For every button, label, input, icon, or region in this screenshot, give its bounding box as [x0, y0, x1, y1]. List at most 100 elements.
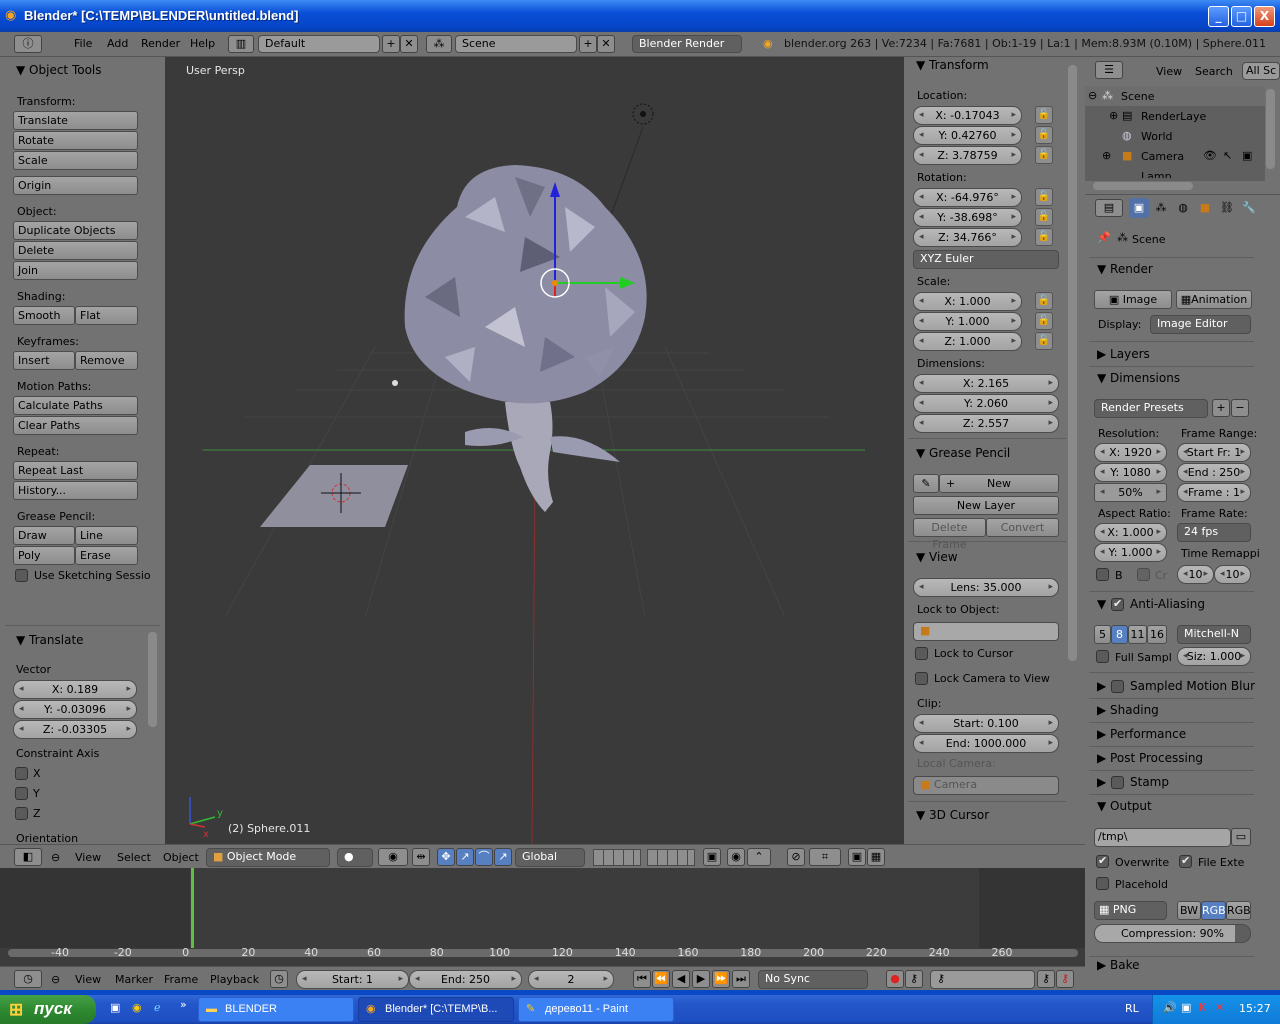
output-panel-header[interactable]: ▼ Output — [1097, 799, 1152, 813]
calculate-paths-button[interactable]: Calculate Paths — [13, 396, 138, 415]
editor-type-info-icon[interactable]: ⓘ — [14, 35, 42, 53]
lock-camera-checkbox[interactable] — [915, 672, 928, 685]
ie-icon[interactable]: ℯ — [154, 1001, 161, 1014]
menu-playback[interactable]: Playback — [210, 973, 259, 986]
lock-icon[interactable]: 🔓 — [1035, 228, 1053, 246]
tools-header[interactable]: ▼ Object Tools — [16, 63, 102, 77]
rotation-y-field[interactable]: Y: -38.698° — [913, 208, 1022, 227]
jump-keyframe-forward-icon[interactable]: ⏩ — [712, 970, 730, 988]
rotate-button[interactable]: Rotate — [13, 131, 138, 150]
outliner-item-scene[interactable]: Scene — [1121, 90, 1155, 103]
remove-preset-icon[interactable]: − — [1231, 399, 1249, 417]
output-path-field[interactable]: /tmp\ — [1094, 828, 1231, 847]
scene-icon[interactable]: ⁂ — [426, 35, 452, 53]
interaction-mode-select[interactable]: ■ Object Mode — [206, 848, 330, 867]
object-tab-icon[interactable]: ■ — [1195, 198, 1215, 218]
file-format-select[interactable]: ▦ PNG — [1094, 901, 1167, 920]
outliner-item-world[interactable]: World — [1141, 130, 1173, 143]
language-indicator[interactable]: RL — [1125, 1002, 1139, 1015]
history-button[interactable]: History... — [13, 481, 138, 500]
render-panel-header[interactable]: ▼ Render — [1097, 262, 1153, 276]
network-icon[interactable]: ▣ — [1181, 1001, 1191, 1014]
translate-manipulator-icon[interactable]: ✥ — [437, 848, 455, 866]
modifiers-tab-icon[interactable]: 🔧 — [1239, 198, 1259, 218]
gp-line-button[interactable]: Line — [75, 526, 138, 545]
overwrite-checkbox[interactable] — [1096, 854, 1109, 868]
jump-end-icon[interactable]: ⏭ — [732, 970, 750, 988]
preview-range-icon[interactable]: ◷ — [270, 970, 288, 988]
layer-buttons[interactable] — [647, 849, 695, 866]
play-icon[interactable]: ▶ — [692, 970, 710, 988]
render-presets-select[interactable]: Render Presets — [1094, 399, 1208, 418]
sync-mode-select[interactable]: No Sync — [758, 970, 868, 989]
menu-timeline-view[interactable]: View — [75, 973, 101, 986]
delete-keyframe-icon[interactable]: ⚷ — [1056, 970, 1074, 988]
display-select[interactable]: Image Editor — [1150, 315, 1251, 334]
clear-paths-button[interactable]: Clear Paths — [13, 416, 138, 435]
compression-slider[interactable]: Compression: 90% — [1094, 924, 1251, 943]
quicklaunch-icon[interactable]: ▣ — [110, 1001, 120, 1014]
motion-blur-panel-header[interactable]: ▶ — [1097, 679, 1106, 693]
3d-viewport[interactable]: User Persp y x (2) Sphere.011 — [165, 57, 904, 844]
3d-cursor-panel-header[interactable]: ▼ 3D Cursor — [916, 808, 989, 822]
smooth-button[interactable]: Smooth — [13, 306, 75, 325]
manipulator-toggle-icon[interactable]: ⇹ — [412, 848, 430, 866]
filter-size-field[interactable]: Siz: 1.000 — [1177, 647, 1251, 666]
crop-checkbox[interactable] — [1137, 568, 1150, 581]
menu-render[interactable]: Render — [141, 37, 180, 50]
dimension-x-field[interactable]: X: 2.165 — [913, 374, 1059, 393]
placeholders-checkbox[interactable] — [1096, 877, 1109, 890]
collapse-menu-icon[interactable]: ⊖ — [51, 973, 60, 986]
menu-file[interactable]: File — [74, 37, 92, 50]
task-blender-app[interactable]: ◉ Blender* [C:\TEMP\B... — [358, 997, 514, 1022]
editor-type-3d-icon[interactable]: ◧ — [14, 848, 42, 866]
snap-element-icon[interactable]: ⌗ — [809, 848, 841, 866]
render-opengl-animation-icon[interactable]: ▦ — [867, 848, 885, 866]
vector-x-field[interactable]: X: 0.189 — [13, 680, 137, 699]
constraint-x-checkbox[interactable] — [15, 767, 28, 780]
gp-poly-button[interactable]: Poly — [13, 546, 75, 565]
fps-select[interactable]: 24 fps — [1177, 523, 1251, 542]
plane-object[interactable] — [260, 465, 408, 527]
render-tab-icon[interactable]: ▣ — [1129, 198, 1149, 218]
aa-samples-16[interactable]: 16 — [1147, 625, 1167, 644]
menu-view[interactable]: View — [75, 851, 101, 864]
add-layout-icon[interactable]: + — [382, 35, 400, 53]
aa-filter-select[interactable]: Mitchell-N — [1177, 625, 1251, 644]
collapse-menu-icon[interactable]: ⊖ — [51, 851, 60, 864]
color-rgba-button[interactable]: RGB — [1226, 901, 1251, 920]
time-remap-new-field[interactable]: 10 — [1214, 565, 1251, 584]
dimensions-panel-header[interactable]: ▼ Dimensions — [1097, 371, 1180, 385]
rotate-manipulator-icon[interactable]: ↗ — [456, 848, 474, 866]
screen-layout-field[interactable]: Default — [258, 35, 380, 53]
lock-icon[interactable]: 🔓 — [1035, 332, 1053, 350]
lock-icon[interactable]: 🔓 — [1035, 188, 1053, 206]
color-rgb-button[interactable]: RGB — [1201, 901, 1226, 920]
play-reverse-icon[interactable]: ◀ — [672, 970, 690, 988]
lock-icon[interactable]: 🔓 — [1035, 292, 1053, 310]
grease-pencil-panel-header[interactable]: ▼ Grease Pencil — [916, 446, 1010, 460]
expand-icon[interactable]: ⊕ — [1102, 149, 1111, 162]
end-frame-field[interactable]: End : 250 — [1177, 463, 1251, 482]
gp-new-button[interactable]: + New — [939, 474, 1059, 493]
constraints-tab-icon[interactable]: ⛓ — [1217, 198, 1237, 218]
delete-button[interactable]: Delete — [13, 241, 138, 260]
view-panel-header[interactable]: ▼ View — [916, 550, 958, 564]
resolution-percent-field[interactable]: 50% — [1094, 483, 1167, 502]
outliner-item-camera[interactable]: Camera — [1141, 150, 1184, 163]
scale-button[interactable]: Scale — [13, 151, 138, 170]
falloff-icon[interactable]: ⌃ — [747, 848, 771, 866]
minimize-button[interactable]: _ — [1208, 6, 1229, 27]
lock-icon[interactable]: 🔓 — [1035, 126, 1053, 144]
timeline-end-field[interactable]: End: 250 — [409, 970, 522, 989]
dimension-y-field[interactable]: Y: 2.060 — [913, 394, 1059, 413]
outliner-scrollbar-h[interactable] — [1093, 182, 1193, 190]
outliner-item-lamp[interactable]: Lamp — [1141, 170, 1172, 178]
world-tab-icon[interactable]: ◍ — [1173, 198, 1193, 218]
gp-draw-button[interactable]: Draw — [13, 526, 75, 545]
translate-button[interactable]: Translate — [13, 111, 138, 130]
lock-layers-icon[interactable]: ▣ — [703, 848, 721, 866]
bake-panel-header[interactable]: ▶ Bake — [1097, 958, 1140, 972]
layers-panel-header[interactable]: ▶ Layers — [1097, 347, 1150, 361]
menu-frame[interactable]: Frame — [164, 973, 198, 986]
